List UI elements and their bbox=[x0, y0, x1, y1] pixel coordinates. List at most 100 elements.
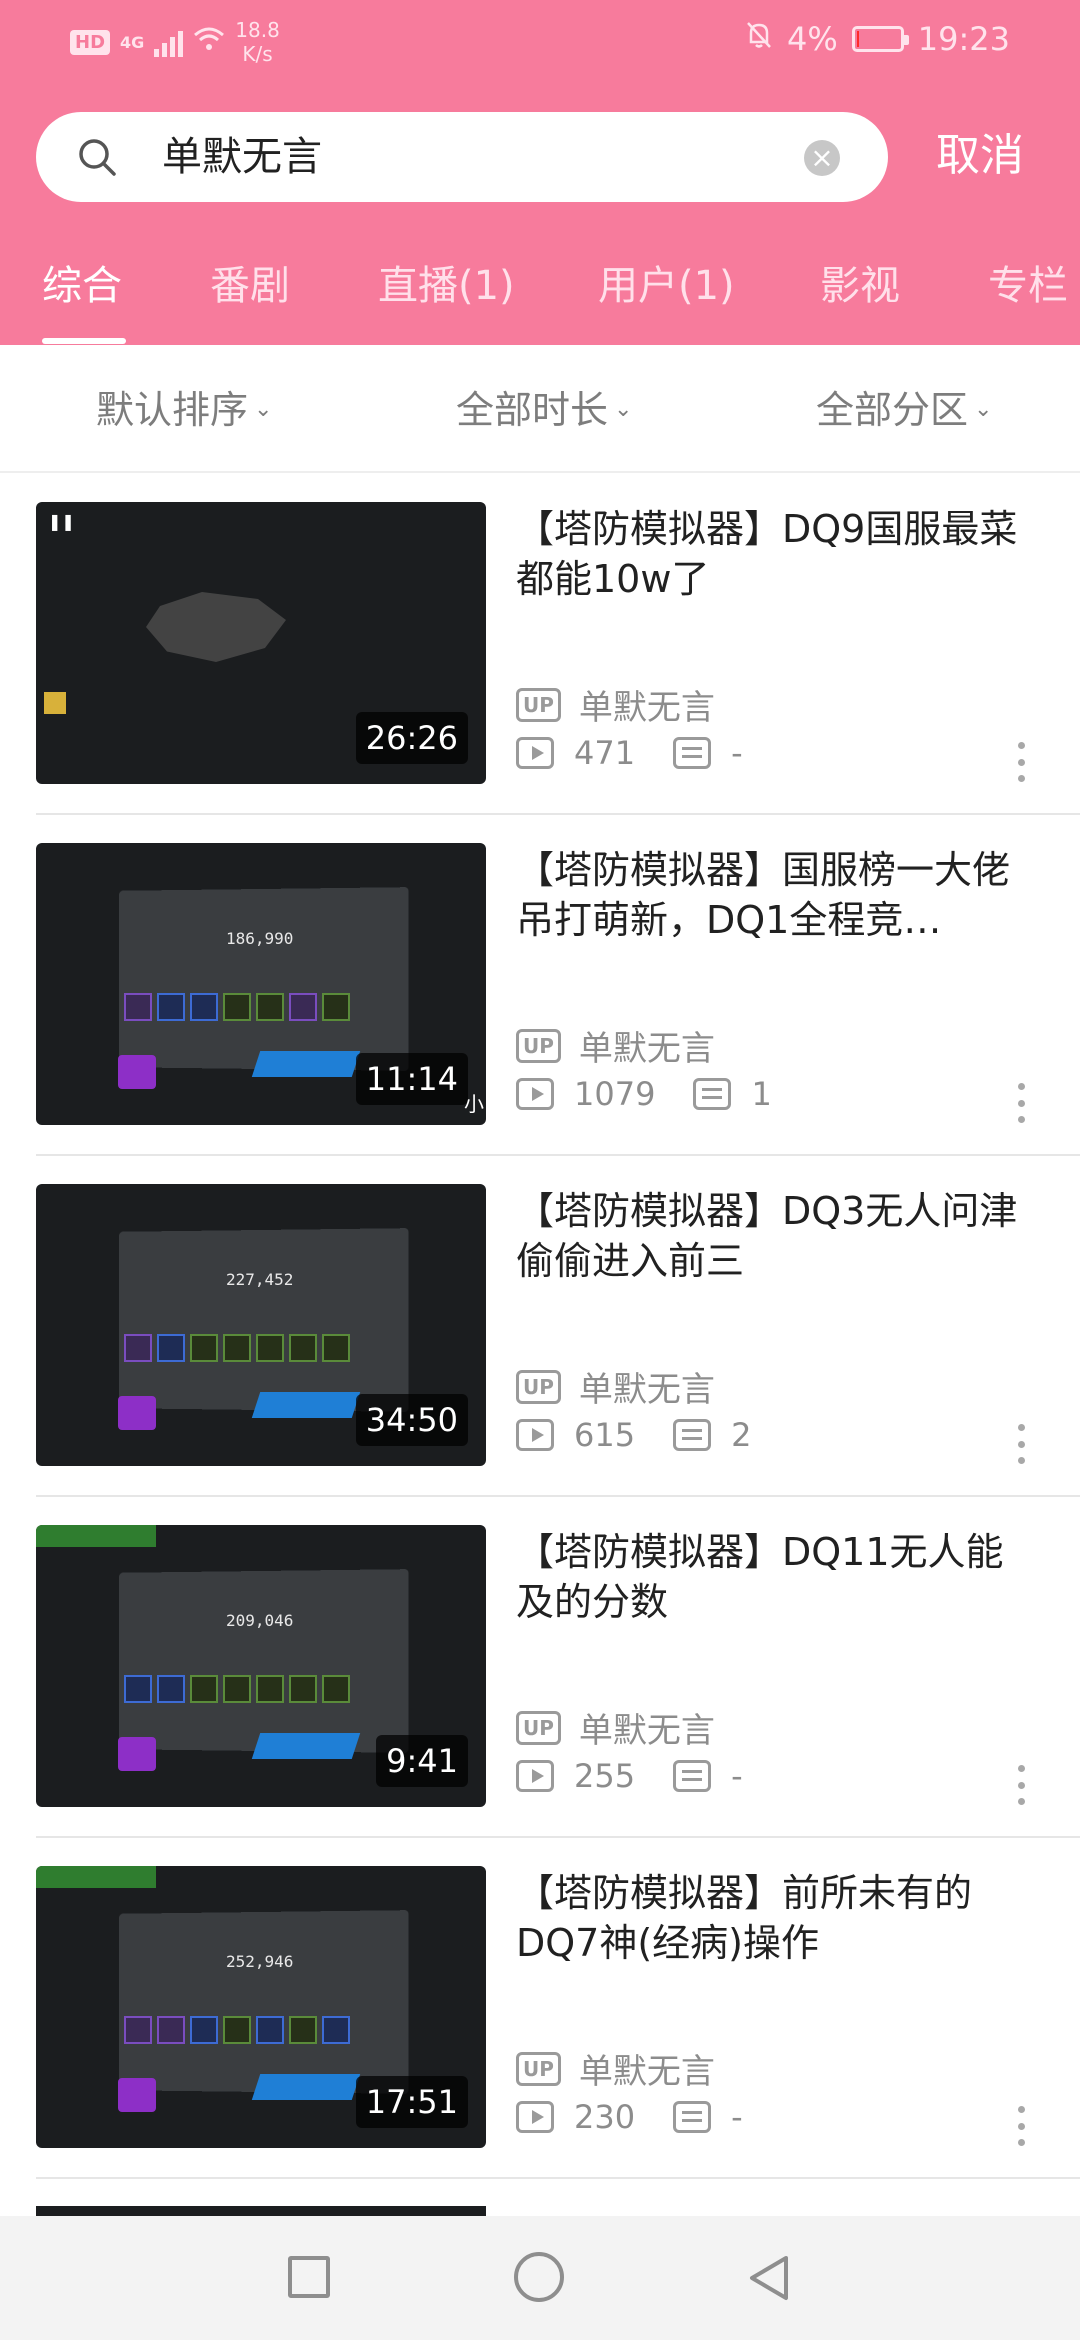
up-badge: UP bbox=[516, 1028, 561, 1063]
uploader-row[interactable]: UP 单默无言 bbox=[516, 1021, 715, 1070]
tab-articles[interactable]: 专栏 bbox=[988, 258, 1068, 314]
view-count: 615 bbox=[574, 1416, 636, 1454]
uploader-row[interactable]: UP 单默无言 bbox=[516, 1703, 715, 1752]
video-title[interactable]: 【塔防模拟器】国服榜一大佬吊打萌新，DQ1全程竞… bbox=[516, 845, 1036, 945]
wifi-icon bbox=[193, 26, 225, 59]
clear-icon[interactable]: × bbox=[804, 140, 840, 176]
category-filter[interactable]: 全部分区 ⌄ bbox=[816, 385, 992, 435]
net-speed-value: 18.8 bbox=[235, 18, 280, 42]
battery-level bbox=[856, 31, 859, 47]
uploader-name: 单默无言 bbox=[578, 1370, 715, 1410]
status-bar: HD 4G 18.8 K/s 4% 19:23 bbox=[0, 0, 1080, 90]
game-button bbox=[251, 2074, 361, 2100]
danmaku-count: 1 bbox=[751, 1075, 772, 1113]
filter-bar: 默认排序 ⌄ 全部时长 ⌄ 全部分区 ⌄ bbox=[0, 345, 1080, 473]
game-score: 209,046 bbox=[226, 1611, 294, 1630]
duration-filter[interactable]: 全部时长 ⌄ bbox=[456, 385, 632, 435]
video-item[interactable]: 186,990 11:14 小 【塔防模拟器】国服榜一大佬吊打萌新，DQ1全程竞… bbox=[0, 815, 1080, 1156]
video-title[interactable]: 【塔防模拟器】DQ9国服最菜都能10w了 bbox=[516, 504, 1036, 604]
net-speed: 18.8 K/s bbox=[235, 18, 280, 66]
game-map bbox=[146, 592, 286, 662]
tab-users[interactable]: 用户(1) bbox=[598, 258, 735, 314]
view-count: 471 bbox=[574, 734, 636, 772]
clock: 19:23 bbox=[917, 20, 1010, 58]
sort-filter[interactable]: 默认排序 ⌄ bbox=[96, 385, 272, 435]
tab-film[interactable]: 影视 bbox=[820, 258, 900, 314]
more-options-icon[interactable] bbox=[1018, 1083, 1026, 1123]
gold-icon bbox=[44, 692, 66, 714]
uploader-row[interactable]: UP 单默无言 bbox=[516, 2044, 715, 2093]
uploader-name: 单默无言 bbox=[578, 2052, 715, 2092]
search-bar[interactable]: 单默无言 × bbox=[36, 112, 888, 202]
video-thumbnail[interactable]: ❚❚ 26:26 bbox=[36, 502, 486, 784]
thumb-banner bbox=[36, 1525, 156, 1547]
play-count-icon bbox=[516, 1419, 554, 1451]
sort-filter-label: 默认排序 bbox=[96, 388, 249, 432]
game-score: 252,946 bbox=[226, 1952, 294, 1971]
uploader-name: 单默无言 bbox=[578, 1029, 715, 1069]
video-item[interactable]: 252,946 17:51 【塔防模拟器】前所未有的DQ7神(经病)操作 UP … bbox=[0, 1838, 1080, 2179]
danmaku-icon bbox=[673, 737, 712, 769]
video-title[interactable]: 【塔防模拟器】前所未有的DQ7神(经病)操作 bbox=[516, 1868, 1036, 1968]
game-button bbox=[251, 1051, 361, 1077]
game-score: 227,452 bbox=[226, 1270, 294, 1289]
hd-badge: HD bbox=[70, 29, 111, 55]
game-slots bbox=[124, 1675, 350, 1703]
stats-row: 615 2 bbox=[516, 1416, 751, 1454]
next-thumbnail-peek bbox=[36, 2206, 486, 2216]
view-count: 230 bbox=[574, 2098, 636, 2136]
recents-icon[interactable] bbox=[288, 2256, 330, 2298]
thumb-corner-text: 小 bbox=[464, 1092, 484, 1116]
tab-bangumi[interactable]: 番剧 bbox=[210, 258, 290, 314]
game-badge bbox=[118, 1396, 156, 1430]
play-count-icon bbox=[516, 1078, 554, 1110]
view-count: 1079 bbox=[574, 1075, 656, 1113]
play-count-icon bbox=[516, 2101, 554, 2133]
stats-row: 255 - bbox=[516, 1757, 743, 1795]
result-tabs: 综合 番剧 直播(1) 用户(1) 影视 专栏 bbox=[0, 250, 1080, 345]
more-options-icon[interactable] bbox=[1018, 1424, 1026, 1464]
game-panel bbox=[119, 1910, 409, 2094]
uploader-row[interactable]: UP 单默无言 bbox=[516, 680, 715, 729]
battery-percent: 4% bbox=[787, 20, 838, 58]
search-icon bbox=[76, 136, 118, 178]
game-slots bbox=[124, 993, 350, 1021]
danmaku-icon bbox=[673, 1419, 712, 1451]
duration-badge: 34:50 bbox=[355, 1394, 468, 1446]
video-item[interactable]: ❚❚ 26:26 【塔防模拟器】DQ9国服最菜都能10w了 UP 单默无言 47… bbox=[0, 474, 1080, 815]
video-thumbnail[interactable]: 227,452 34:50 bbox=[36, 1184, 486, 1466]
video-thumbnail[interactable]: 186,990 11:14 小 bbox=[36, 843, 486, 1125]
stats-row: 230 - bbox=[516, 2098, 743, 2136]
uploader-row[interactable]: UP 单默无言 bbox=[516, 1362, 715, 1411]
video-item[interactable]: 227,452 34:50 【塔防模拟器】DQ3无人问津偷偷进入前三 UP 单默… bbox=[0, 1156, 1080, 1497]
duration-badge: 9:41 bbox=[376, 1735, 468, 1787]
game-badge bbox=[118, 1055, 156, 1089]
video-thumbnail[interactable]: 209,046 9:41 bbox=[36, 1525, 486, 1807]
duration-filter-label: 全部时长 bbox=[456, 388, 609, 432]
cancel-button[interactable]: 取消 bbox=[936, 126, 1024, 186]
thumb-banner bbox=[36, 1866, 156, 1888]
danmaku-count: - bbox=[731, 734, 743, 772]
system-nav-bar bbox=[0, 2216, 1080, 2340]
mute-bell-icon bbox=[745, 20, 773, 58]
network-type: 4G bbox=[120, 32, 145, 52]
more-options-icon[interactable] bbox=[1018, 1765, 1026, 1805]
danmaku-count: - bbox=[731, 2098, 743, 2136]
tab-live[interactable]: 直播(1) bbox=[378, 258, 515, 314]
more-options-icon[interactable] bbox=[1018, 2106, 1026, 2146]
video-title[interactable]: 【塔防模拟器】DQ3无人问津偷偷进入前三 bbox=[516, 1186, 1036, 1286]
up-badge: UP bbox=[516, 1710, 561, 1745]
danmaku-icon bbox=[673, 2101, 712, 2133]
video-title[interactable]: 【塔防模拟器】DQ11无人能及的分数 bbox=[516, 1527, 1036, 1627]
video-item[interactable]: 209,046 9:41 【塔防模拟器】DQ11无人能及的分数 UP 单默无言 … bbox=[0, 1497, 1080, 1838]
danmaku-count: 2 bbox=[731, 1416, 752, 1454]
back-icon[interactable] bbox=[746, 2254, 792, 2302]
game-panel bbox=[119, 1228, 409, 1412]
search-input[interactable]: 单默无言 bbox=[162, 130, 322, 184]
home-icon[interactable] bbox=[514, 2252, 564, 2302]
game-button bbox=[251, 1392, 361, 1418]
tab-all[interactable]: 综合 bbox=[42, 258, 122, 314]
more-options-icon[interactable] bbox=[1018, 742, 1026, 782]
up-badge: UP bbox=[516, 687, 561, 722]
video-thumbnail[interactable]: 252,946 17:51 bbox=[36, 1866, 486, 2148]
